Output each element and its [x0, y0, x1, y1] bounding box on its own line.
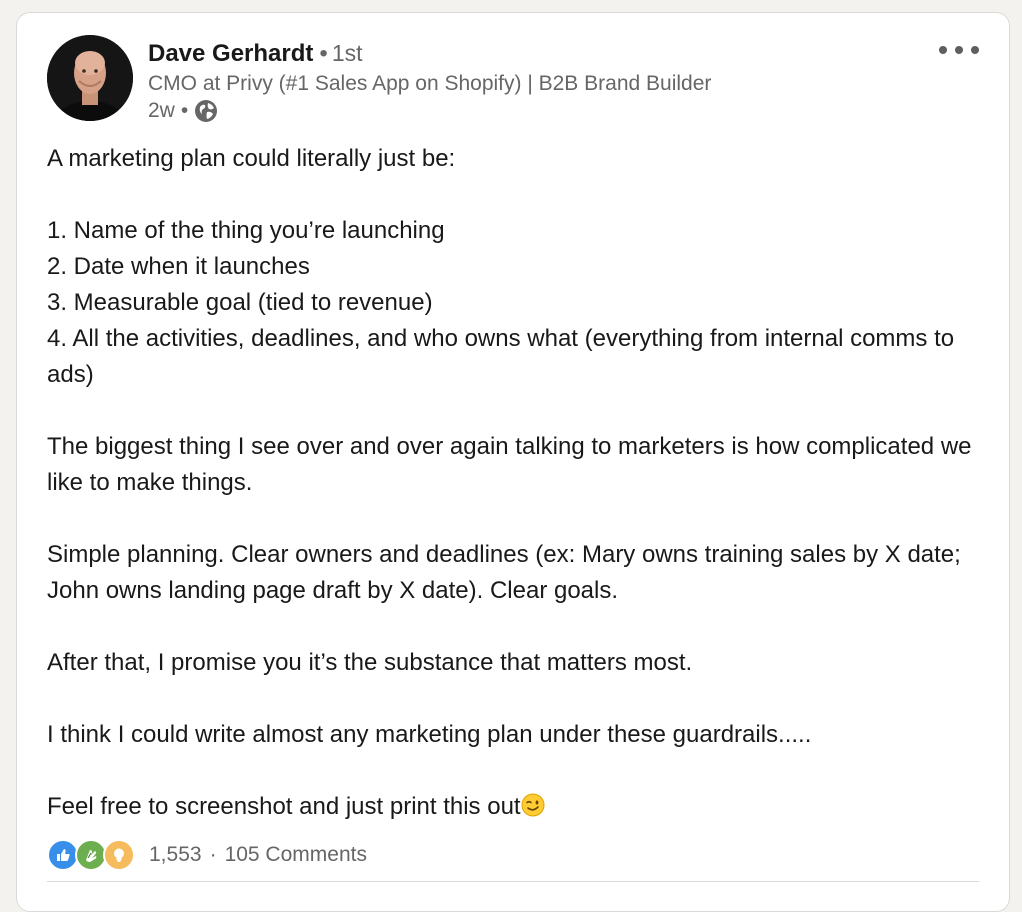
- separator-dot: •: [180, 99, 189, 122]
- separator-dot: ·: [209, 843, 217, 866]
- avatar-photo: [47, 35, 133, 121]
- post-paragraph: After that, I promise you it’s the subst…: [47, 649, 693, 676]
- post-body: A marketing plan could literally just be…: [47, 141, 995, 825]
- author-avatar[interactable]: [47, 35, 133, 121]
- reaction-icons[interactable]: [47, 839, 135, 871]
- separator-dot: •: [319, 40, 328, 67]
- post-card: Dave Gerhardt • 1st CMO at Privy (#1 Sales…: [16, 12, 1010, 912]
- reactions-count[interactable]: 1,553: [149, 843, 202, 867]
- winking-face-emoji: [521, 792, 545, 817]
- post-closing-text: Feel free to screenshot and just print t…: [47, 793, 521, 820]
- post-line: A marketing plan could literally just be…: [47, 145, 456, 172]
- post-list-item: 2. Date when it launches: [47, 253, 310, 280]
- author-name[interactable]: Dave Gerhardt: [148, 40, 313, 67]
- post-paragraph: I think I could write almost any marketi…: [47, 721, 812, 748]
- post-list-item: 3. Measurable goal (tied to revenue): [47, 289, 433, 316]
- divider: [47, 881, 979, 882]
- comments-count-link[interactable]: 105 Comments: [225, 843, 367, 867]
- post-meta: 2w •: [148, 98, 218, 124]
- post-paragraph: Simple planning. Clear owners and deadli…: [47, 541, 961, 604]
- post-time[interactable]: 2w: [148, 98, 175, 124]
- connection-degree: 1st: [331, 40, 363, 66]
- insightful-icon: [103, 839, 135, 871]
- post-list-item: 4. All the activities, deadlines, and wh…: [47, 325, 955, 388]
- social-counts: 1,553 · 105 Comments: [47, 839, 367, 871]
- post-list-item: 1. Name of the thing you’re launching: [47, 217, 445, 244]
- post-paragraph: The biggest thing I see over and over ag…: [47, 433, 972, 496]
- author-headline: CMO at Privy (#1 Sales App on Shopify) |…: [148, 72, 712, 95]
- globe-icon: [194, 99, 218, 123]
- post-paragraph: Feel free to screenshot and just print t…: [47, 789, 995, 825]
- author-name-row: Dave Gerhardt • 1st: [148, 39, 363, 68]
- more-options-icon[interactable]: [939, 43, 979, 57]
